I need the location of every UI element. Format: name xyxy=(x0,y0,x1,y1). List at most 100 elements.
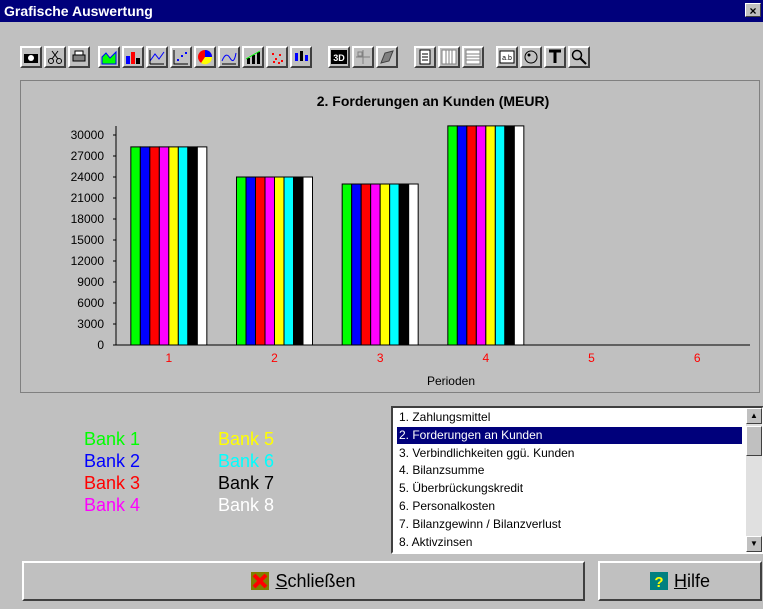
scroll-down-arrow-icon[interactable]: ▼ xyxy=(746,536,762,552)
bar xyxy=(302,176,313,346)
y-tick-label: 9000 xyxy=(77,275,104,289)
title-bar: Grafische Auswertung × xyxy=(0,0,763,22)
list-item[interactable]: 7. Bilanzgewinn / Bilanzverlust xyxy=(397,516,742,533)
scissors-button[interactable] xyxy=(44,46,66,68)
area-chart-button[interactable] xyxy=(98,46,120,68)
printer-icon xyxy=(71,49,87,65)
y-tick-label: 15000 xyxy=(71,233,105,247)
bar xyxy=(485,125,496,346)
bar xyxy=(158,146,170,346)
bar xyxy=(255,176,266,346)
3d-toggle-icon: 3D xyxy=(331,49,347,65)
list-item[interactable]: 1. Zahlungsmittel xyxy=(397,409,742,426)
legend-entry: Bank 1 xyxy=(84,429,141,449)
horizontal-gridlines-button[interactable] xyxy=(462,46,484,68)
pie-chart-button[interactable] xyxy=(194,46,216,68)
scatter-chart-button[interactable] xyxy=(170,46,192,68)
chart-title: 2. Forderungen an Kunden (MEUR) xyxy=(317,93,550,109)
bar xyxy=(177,146,189,346)
x-tick-label: 5 xyxy=(588,351,595,365)
bar xyxy=(149,146,160,346)
help-button[interactable]: ? Hilfe xyxy=(598,561,762,601)
vertical-gridlines-button[interactable] xyxy=(438,46,460,68)
bar-chart: 2. Forderungen an Kunden (MEUR) 0 3000 6000… xyxy=(71,93,750,388)
bar xyxy=(139,146,151,346)
line-chart-icon xyxy=(149,49,165,65)
bar xyxy=(351,183,362,346)
3d-toggle-button[interactable]: 3D xyxy=(328,46,350,68)
list-item[interactable]: 2. Forderungen an Kunden xyxy=(396,425,743,445)
bar xyxy=(236,176,247,346)
x-tick-label: 4 xyxy=(482,351,489,365)
metric-listbox[interactable]: ▲ ▼ 1. Zahlungsmittel 2. Forderungen an K… xyxy=(391,406,763,554)
y-tick-label: 0 xyxy=(97,338,104,352)
bar xyxy=(130,146,141,346)
dot-chart-button[interactable] xyxy=(266,46,288,68)
bar xyxy=(360,183,372,346)
line-chart-button[interactable] xyxy=(146,46,168,68)
combo-chart-button[interactable] xyxy=(242,46,264,68)
camera-button[interactable] xyxy=(20,46,42,68)
grid-move-icon xyxy=(355,49,371,65)
surface-chart-button[interactable] xyxy=(376,46,398,68)
curve-chart-button[interactable] xyxy=(218,46,240,68)
title-tool-button[interactable] xyxy=(544,46,566,68)
page-button[interactable] xyxy=(414,46,436,68)
data-labels-text: a.b xyxy=(502,55,512,62)
list-item[interactable]: 6. Personalkosten xyxy=(397,498,742,515)
combo-chart-icon xyxy=(245,49,261,65)
y-tick-label: 24000 xyxy=(71,170,105,184)
bar xyxy=(389,183,400,346)
bar xyxy=(513,125,525,346)
legend-entry: Bank 4 xyxy=(84,495,141,515)
pie-chart-icon xyxy=(197,49,213,65)
data-labels-button[interactable]: a.b xyxy=(496,46,518,68)
list-item[interactable]: 4. Bilanzsumme xyxy=(397,462,742,479)
list-item[interactable]: 8. Aktivzinsen xyxy=(397,534,742,551)
palette-button[interactable] xyxy=(520,46,542,68)
bar xyxy=(447,125,458,346)
palette-icon xyxy=(523,49,539,65)
y-tick-label: 6000 xyxy=(77,296,104,310)
list-item[interactable]: 3. Verbindlichkeiten ggü. Kunden xyxy=(397,445,742,462)
bar xyxy=(187,146,198,346)
y-tick-label: 12000 xyxy=(71,254,105,268)
horizontal-gridlines-icon xyxy=(465,49,481,65)
area-chart-icon xyxy=(101,49,117,65)
curve-chart-icon xyxy=(221,49,237,65)
listbox-scrollbar[interactable]: ▲ ▼ xyxy=(746,408,762,552)
scroll-thumb[interactable] xyxy=(746,426,762,456)
bar-chart-button[interactable] xyxy=(122,46,144,68)
list-item[interactable]: 5. Überbrückungskredit xyxy=(397,480,742,497)
bar xyxy=(408,183,419,346)
x-tick-label: 3 xyxy=(377,351,384,365)
scroll-up-arrow-icon[interactable]: ▲ xyxy=(746,408,762,424)
bar xyxy=(456,125,468,346)
bar xyxy=(245,176,256,346)
x-axis-label: Perioden xyxy=(427,374,475,388)
page-icon xyxy=(417,49,433,65)
candlestick-chart-button[interactable] xyxy=(290,46,312,68)
bar xyxy=(196,146,208,346)
close-button[interactable]: Schließen xyxy=(22,561,585,601)
bar xyxy=(398,183,410,346)
scissors-icon xyxy=(47,49,63,65)
help-button-label: Hilfe xyxy=(673,570,710,591)
bar-chart-icon xyxy=(125,49,141,65)
zoom-icon xyxy=(571,49,587,65)
data-labels-icon: a.b xyxy=(499,49,515,65)
bar xyxy=(370,183,381,346)
grid-move-button[interactable] xyxy=(352,46,374,68)
dot-chart-icon xyxy=(269,49,285,65)
zoom-button[interactable] xyxy=(568,46,590,68)
bar xyxy=(283,176,294,346)
scatter-chart-icon xyxy=(173,49,189,65)
printer-button[interactable] xyxy=(68,46,90,68)
legend-entry: Bank 6 xyxy=(218,451,275,471)
y-tick-label: 18000 xyxy=(71,212,105,226)
bar xyxy=(379,183,391,346)
x-tick-label: 2 xyxy=(271,351,278,365)
close-window-button[interactable]: × xyxy=(745,3,761,18)
camera-icon xyxy=(23,49,39,65)
candlestick-chart-icon xyxy=(293,49,309,65)
